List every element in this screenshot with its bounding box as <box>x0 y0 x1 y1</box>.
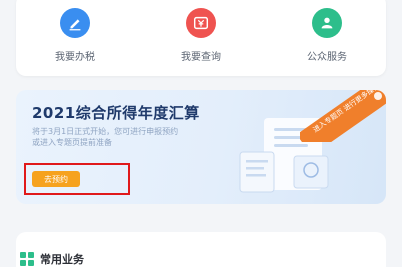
section-title: 常用业务 <box>40 253 84 266</box>
highlight-box <box>24 163 130 195</box>
annual-settlement-banner[interactable]: 2021综合所得年度汇算 将于3月1日正式开始，您可进行申报预约或进入专题页提前… <box>16 90 386 204</box>
money-icon <box>186 8 216 38</box>
common-business-section: 常用业务 <box>16 232 386 267</box>
corner-ribbon[interactable]: 进入专题页 进行更多操作 <box>300 90 386 142</box>
quick-item-tax[interactable]: 我要办税 <box>30 8 120 68</box>
ribbon-text: 进入专题页 进行更多操作 <box>300 90 386 142</box>
quick-item-public[interactable]: 公众服务 <box>282 8 372 68</box>
quick-services-card: 我要办税 我要查询 公众服务 <box>16 0 386 76</box>
grid-icon <box>20 252 34 266</box>
pen-icon <box>60 8 90 38</box>
quick-item-query[interactable]: 我要查询 <box>156 8 246 68</box>
quick-item-label: 我要查询 <box>181 52 221 63</box>
banner-title: 2021综合所得年度汇算 <box>32 104 200 122</box>
people-icon <box>312 8 342 38</box>
quick-item-label: 公众服务 <box>307 52 347 63</box>
banner-description: 将于3月1日正式开始，您可进行申报预约或进入专题页提前准备 <box>32 127 179 147</box>
quick-item-label: 我要办税 <box>55 52 95 63</box>
dot-icon <box>374 92 382 100</box>
